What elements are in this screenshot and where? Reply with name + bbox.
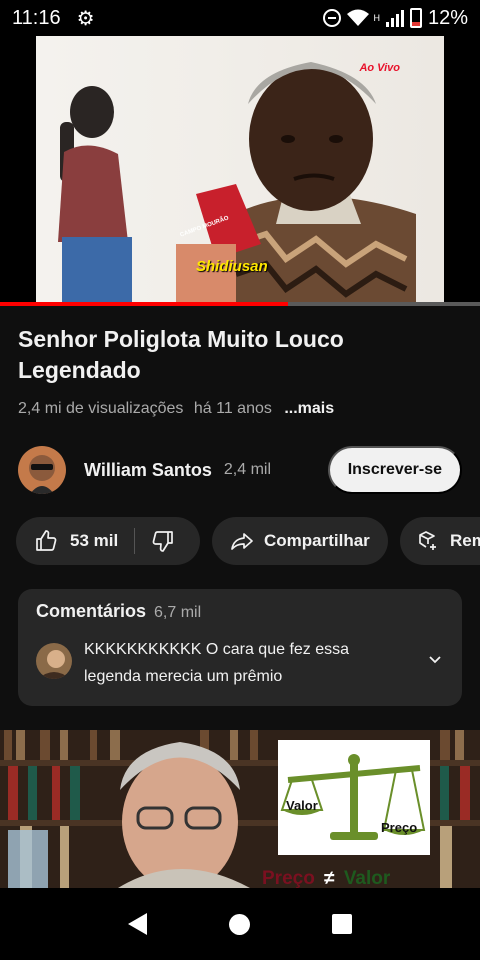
thumbs-down-icon	[152, 531, 174, 552]
remix-label: Remix	[450, 531, 480, 550]
thumbnail-banner: Preço ≠ Valor	[262, 868, 390, 888]
commenter-avatar-image	[36, 643, 72, 679]
next-video-thumbnail[interactable]: Valor Preço Preço ≠ Valor	[0, 730, 480, 888]
comments-title: Comentários	[36, 601, 147, 621]
like-dislike-pill: 53 mil	[16, 517, 200, 565]
chevron-down-icon[interactable]	[428, 655, 442, 665]
channel-name[interactable]: William Santos	[84, 460, 212, 481]
status-icons: H 12%	[323, 7, 468, 30]
status-time: 11:16	[12, 6, 61, 29]
like-count: 53 mil	[70, 531, 119, 550]
action-bar: 53 mil Compartilhar Remix	[16, 517, 480, 565]
status-bar: 11:16 ⚙ H 12%	[0, 0, 480, 36]
avatar-image	[18, 446, 66, 494]
gear-icon: ⚙	[76, 7, 95, 30]
video-frame[interactable]: Ao Vivo CAMPO MOURÃO Shidiusan	[36, 36, 444, 303]
not-equal-icon: ≠	[324, 868, 335, 888]
signal-icon	[385, 10, 404, 27]
channel-avatar[interactable]	[18, 446, 66, 494]
banner-preco: Preço	[262, 868, 315, 888]
like-button[interactable]: 53 mil	[16, 529, 118, 553]
network-label: H	[373, 13, 380, 23]
comments-header: Comentários 6,7 mil	[36, 601, 201, 622]
remix-button[interactable]: Remix	[400, 517, 480, 565]
playback-progress-bar[interactable]	[0, 302, 480, 306]
scale-logo: Valor Preço	[278, 740, 430, 855]
playback-progress-fill	[0, 302, 288, 306]
comments-count: 6,7 mil	[154, 604, 202, 621]
more-description-link[interactable]: ...mais	[284, 400, 334, 417]
battery-low-icon	[409, 8, 422, 28]
channel-row[interactable]: William Santos 2,4 mil Inscrever-se	[18, 445, 462, 495]
commenter-avatar	[36, 643, 72, 679]
video-title: Senhor Poliglota Muito Louco Legendado	[18, 326, 344, 383]
top-comment-text: KKKKKKKKKKK O cara que fez essa legenda …	[84, 641, 350, 685]
video-player[interactable]: Ao Vivo CAMPO MOURÃO Shidiusan	[0, 36, 480, 306]
system-nav-bar	[0, 888, 480, 960]
wifi-icon	[347, 9, 370, 26]
subscribe-button[interactable]: Inscrever-se	[327, 446, 462, 494]
battery-percent: 12%	[427, 6, 468, 29]
home-icon[interactable]	[229, 913, 250, 935]
comments-panel[interactable]: Comentários 6,7 mil KKKKKKKKKKK O cara q…	[18, 589, 462, 706]
back-icon[interactable]	[128, 913, 147, 935]
do-not-disturb-icon	[323, 9, 342, 27]
video-person-background	[58, 86, 132, 303]
recents-icon[interactable]	[332, 914, 352, 934]
subscriber-count: 2,4 mil	[223, 461, 271, 478]
banner-valor: Valor	[343, 868, 391, 888]
share-label: Compartilhar	[264, 531, 370, 550]
share-button[interactable]: Compartilhar	[212, 517, 388, 565]
video-caption-name: Shidiusan	[196, 258, 268, 275]
share-icon	[231, 533, 253, 550]
logo-valor-label: Valor	[286, 798, 318, 813]
thumbs-up-icon	[36, 530, 57, 551]
remix-icon	[419, 531, 436, 550]
logo-preco-label: Preço	[381, 820, 418, 835]
video-meta[interactable]: 2,4 mi de visualizações há 11 anos ...ma…	[18, 400, 334, 418]
dislike-button[interactable]	[135, 529, 175, 553]
live-overlay-label: Ao Vivo	[359, 62, 400, 74]
upload-age: há 11 anos	[193, 400, 272, 417]
view-count: 2,4 mi de visualizações	[18, 400, 184, 417]
